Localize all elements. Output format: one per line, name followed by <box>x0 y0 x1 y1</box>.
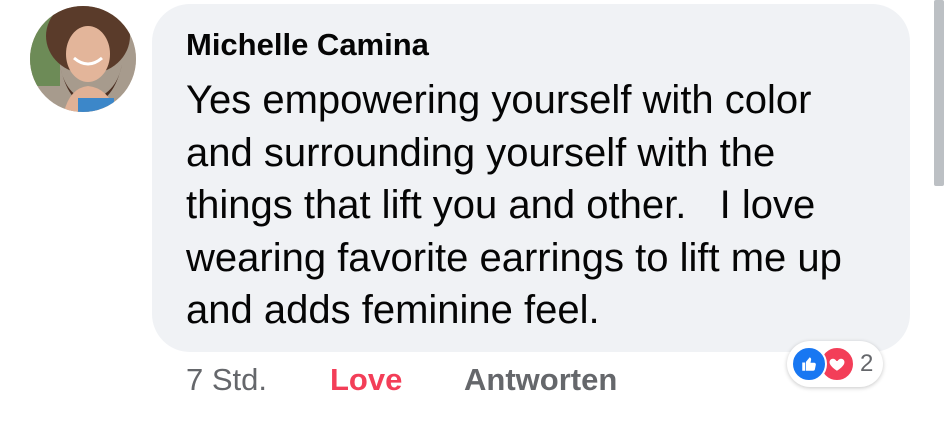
comment-author[interactable]: Michelle Camina <box>186 27 429 63</box>
avatar[interactable] <box>30 6 136 112</box>
reply-button[interactable]: Antworten <box>464 360 617 400</box>
comment-text: Yes empowering yourself with color and su… <box>186 74 886 337</box>
comment-text-line: wearing favorite earrings to lift me up <box>186 235 842 280</box>
love-button[interactable]: Love <box>330 360 402 400</box>
comment-text-line: Yes empowering yourself with color <box>186 78 812 122</box>
reaction-summary[interactable]: 2 <box>787 341 884 387</box>
timestamp[interactable]: 7 Std. <box>186 360 267 400</box>
like-icon <box>791 346 827 382</box>
comment-text-line: things that lift you and other. I love <box>186 183 816 227</box>
comment-text-line: and surrounding yourself with the <box>186 130 776 175</box>
scrollbar[interactable] <box>934 0 944 186</box>
reaction-count: 2 <box>860 350 874 377</box>
comment-text-line: and adds feminine feel. <box>186 288 600 332</box>
